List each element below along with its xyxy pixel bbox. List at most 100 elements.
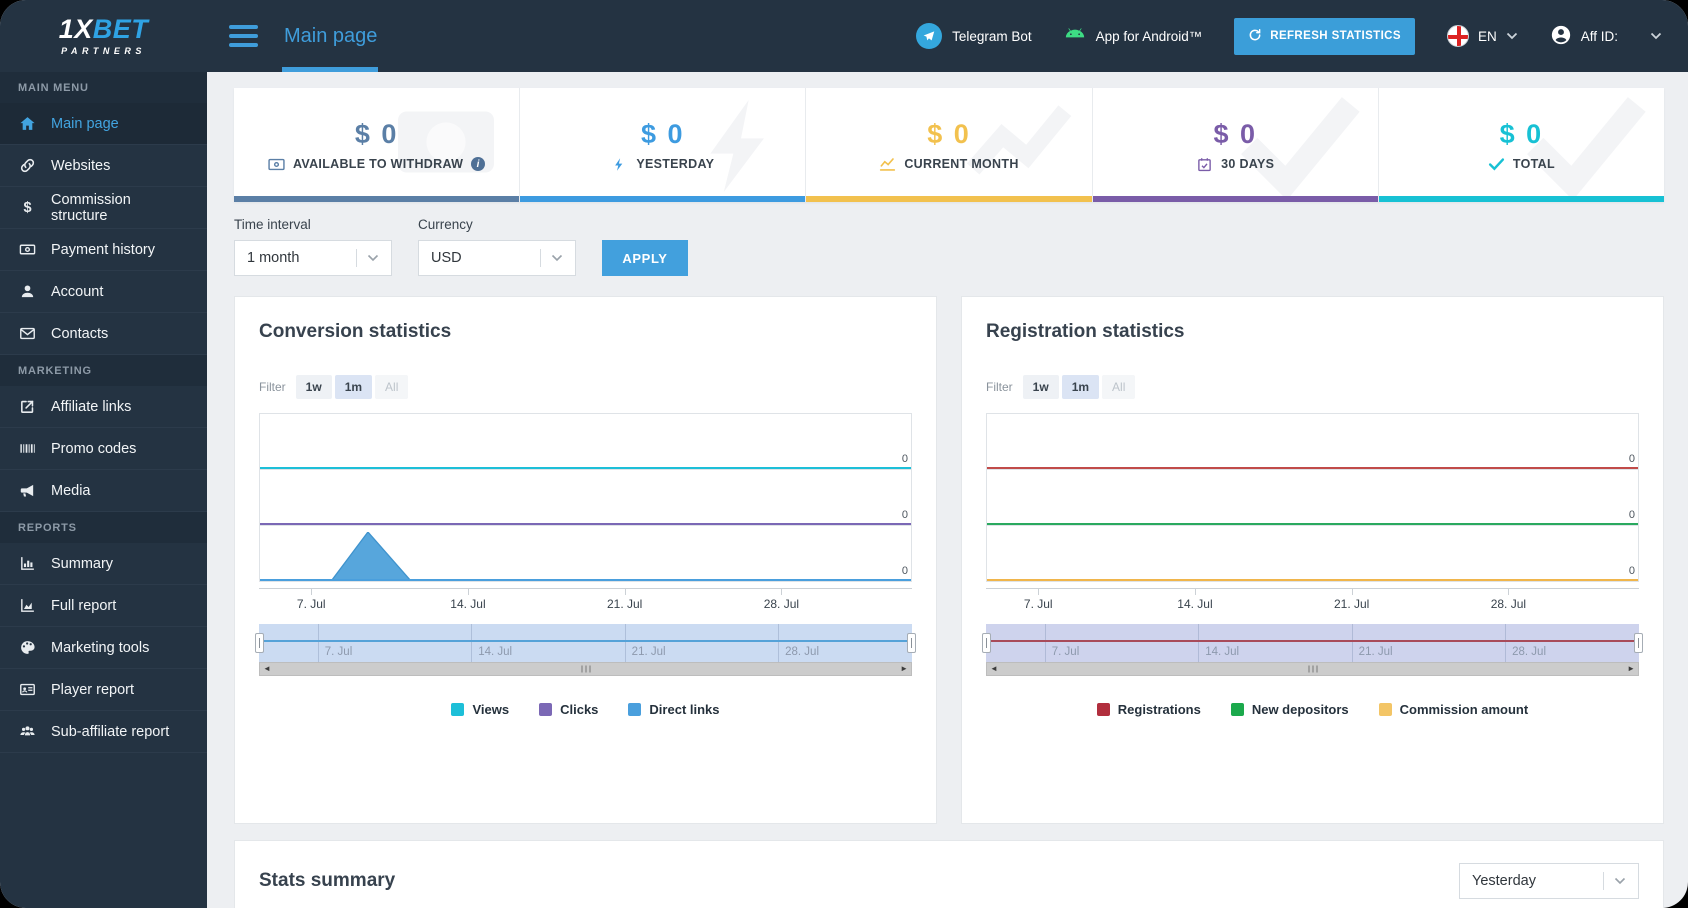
filter-1w-button[interactable]: 1w: [1022, 375, 1059, 399]
sidebar-item-marketing-tools[interactable]: Marketing tools: [0, 627, 207, 669]
legend-clicks[interactable]: Clicks: [539, 702, 598, 717]
card-total[interactable]: $ 0 TOTAL: [1378, 88, 1665, 202]
sidebar-item-affiliate-links[interactable]: Affiliate links: [0, 386, 207, 428]
chevron-down-icon: [551, 254, 563, 262]
direct-links-swatch: [628, 703, 642, 716]
sidebar-item-account[interactable]: Account: [0, 271, 207, 313]
navigator-tick-label: 21. Jul: [631, 646, 666, 658]
refresh-icon: [1248, 28, 1262, 45]
navigator-series-line: [259, 640, 912, 642]
filter-all-button[interactable]: All: [375, 375, 409, 399]
navigator-tick-label: 28. Jul: [785, 646, 820, 658]
navigator-series-line: [986, 640, 1639, 642]
sidebar-item-sub-affiliate-report[interactable]: Sub-affiliate report: [0, 711, 207, 753]
affiliate-id-menu[interactable]: Aff ID:: [1550, 24, 1618, 49]
sidebar-item-summary[interactable]: Summary: [0, 543, 207, 585]
commission-amount-swatch: [1378, 703, 1392, 716]
registration-chart: 0 0 0 7. Jul 14. Jul 21. Jul 28. Jul 7. …: [982, 413, 1643, 676]
legend-registrations[interactable]: Registrations: [1096, 702, 1201, 717]
sidebar-item-full-report[interactable]: Full report: [0, 585, 207, 627]
android-app-link[interactable]: App for Android™: [1064, 27, 1202, 46]
stats-summary-header: Stats summary Yesterday: [259, 863, 1639, 899]
line-chart-icon: [880, 157, 896, 171]
trend-watermark-icon: [964, 94, 1074, 199]
legend-direct-links[interactable]: Direct links: [628, 702, 720, 717]
hamburger-menu-icon[interactable]: [229, 25, 258, 47]
axis-value: 0: [901, 565, 908, 577]
filter-all-button[interactable]: All: [1102, 375, 1136, 399]
card-available-to-withdraw[interactable]: $ 0 AVAILABLE TO WITHDRAW i: [234, 88, 521, 202]
card-value: $ 0: [1213, 118, 1257, 149]
conversion-scrollbar[interactable]: ◄ ►: [259, 662, 912, 676]
user-circle-icon: [1550, 24, 1572, 49]
lightning-watermark-icon: [695, 94, 787, 202]
card-30-days[interactable]: $ 0 30 DAYS: [1092, 88, 1379, 202]
scrollbar-grip[interactable]: [1308, 665, 1317, 673]
sidebar-item-contacts[interactable]: Contacts: [0, 313, 207, 355]
aff-id-label: Aff ID:: [1580, 28, 1618, 44]
card-label: 30 DAYS: [1196, 157, 1274, 172]
language-selector[interactable]: EN: [1446, 25, 1518, 47]
currency-label: Currency: [418, 217, 473, 232]
navigator-left-handle[interactable]: [982, 633, 991, 653]
envelope-icon: [18, 325, 37, 342]
sidebar-item-player-report[interactable]: Player report: [0, 669, 207, 711]
sidebar-item-media[interactable]: Media: [0, 470, 207, 512]
navigator-right-handle[interactable]: [907, 633, 916, 653]
legend-commission-amount[interactable]: Commission amount: [1378, 702, 1528, 717]
sidebar-item-label: Player report: [51, 681, 135, 698]
filter-label: Filter: [986, 380, 1013, 394]
card-yesterday[interactable]: $ 0 YESTERDAY: [520, 88, 807, 202]
filter-1m-button[interactable]: 1m: [1061, 375, 1100, 399]
direct-links-spike: [331, 532, 410, 580]
time-interval-select[interactable]: 1 month: [234, 240, 392, 276]
filter-1w-button[interactable]: 1w: [295, 375, 332, 399]
scrollbar-grip[interactable]: [581, 665, 590, 673]
chevron-down-icon: [1614, 877, 1626, 885]
sidebar-item-label: Main page: [51, 115, 119, 132]
registration-range-navigator[interactable]: 7. Jul 14. Jul 21. Jul 28. Jul: [982, 624, 1643, 662]
topbar: Main page Telegram Bot App for Android™ …: [207, 0, 1688, 72]
currency-select[interactable]: USD: [418, 240, 576, 276]
currency-group: Currency USD: [418, 217, 576, 276]
brand-logo[interactable]: 1XBET PARTNERS: [0, 0, 207, 72]
navigator-right-handle[interactable]: [1634, 633, 1643, 653]
period-select[interactable]: Yesterday: [1459, 863, 1639, 899]
sidebar-item-promo-codes[interactable]: Promo codes: [0, 428, 207, 470]
apply-button[interactable]: APPLY: [602, 240, 688, 276]
sidebar-item-payment-history[interactable]: Payment history: [0, 229, 207, 271]
refresh-statistics-button[interactable]: REFRESH STATISTICS: [1234, 17, 1415, 55]
legend-views[interactable]: Views: [451, 702, 509, 717]
navigator-tick-label: 7. Jul: [324, 646, 353, 658]
stat-cards-row: $ 0 AVAILABLE TO WITHDRAW i $ 0 YESTERDA…: [234, 88, 1665, 202]
telegram-bot-link[interactable]: Telegram Bot: [916, 23, 1032, 49]
x-tick-label: 14. Jul: [1177, 597, 1213, 611]
registrations-subchart: 0: [986, 413, 1639, 470]
scroll-right-icon[interactable]: ►: [900, 665, 908, 673]
filter-1m-button[interactable]: 1m: [334, 375, 373, 399]
direct-links-series-line: [260, 579, 911, 581]
person-icon: [18, 283, 37, 300]
conversion-statistics-panel: Conversion statistics Filter 1w 1m All 0: [234, 296, 937, 824]
scroll-right-icon[interactable]: ►: [1627, 665, 1635, 673]
sidebar-item-websites[interactable]: Websites: [0, 145, 207, 187]
time-interval-group: Time interval 1 month: [234, 217, 392, 276]
account-chevron-down-icon[interactable]: [1650, 32, 1662, 40]
sidebar-item-main-page[interactable]: Main page: [0, 103, 207, 145]
stats-summary-title: Stats summary: [259, 870, 396, 891]
registration-scrollbar[interactable]: ◄ ►: [986, 662, 1639, 676]
sidebar-item-commission-structure[interactable]: $ Commission structure: [0, 187, 207, 229]
card-label: AVAILABLE TO WITHDRAW i: [268, 157, 486, 172]
link-icon: [18, 157, 37, 174]
axis-value: 0: [1628, 453, 1635, 465]
navigator-left-handle[interactable]: [255, 633, 264, 653]
card-current-month[interactable]: $ 0 CURRENT MONTH: [806, 88, 1093, 202]
panel-title: Conversion statistics: [259, 321, 452, 342]
legend-new-depositors[interactable]: New depositors: [1230, 702, 1349, 717]
banknote-icon: [268, 158, 285, 170]
conversion-range-navigator[interactable]: 7. Jul 14. Jul 21. Jul 28. Jul: [255, 624, 916, 662]
scroll-left-icon[interactable]: ◄: [263, 665, 271, 673]
info-icon[interactable]: i: [471, 157, 486, 171]
card-label: CURRENT MONTH: [879, 157, 1018, 172]
scroll-left-icon[interactable]: ◄: [990, 665, 998, 673]
